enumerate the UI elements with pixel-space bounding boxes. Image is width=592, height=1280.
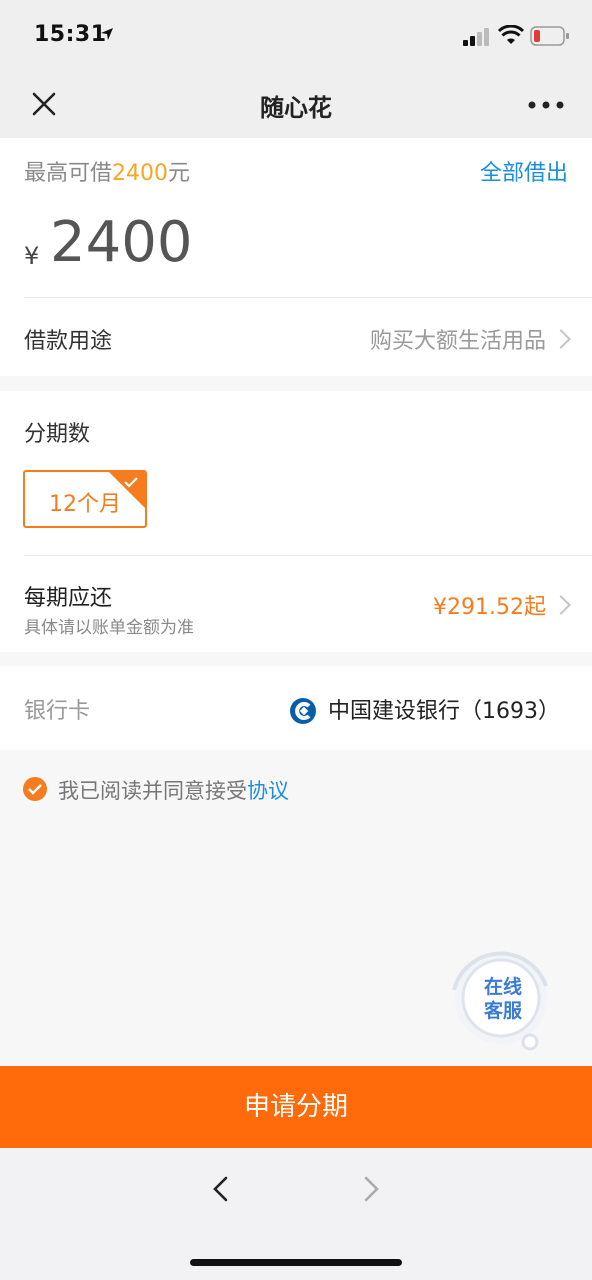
installment-option-12[interactable]: 12个月 bbox=[23, 470, 147, 528]
back-arrow-icon[interactable] bbox=[212, 1176, 228, 1202]
loan-amount-input[interactable]: 2400 bbox=[50, 210, 193, 275]
repayment-value[interactable]: ¥291.52起 bbox=[433, 589, 546, 621]
purpose-value[interactable]: 购买大额生活用品 bbox=[370, 323, 546, 355]
agreement-text: 我已阅读并同意接受协议 bbox=[58, 775, 289, 805]
service-label-line2: 客服 bbox=[483, 1000, 522, 1022]
location-arrow-icon bbox=[101, 28, 113, 40]
wifi-icon bbox=[498, 25, 524, 44]
borrow-all-link[interactable]: 全部借出 bbox=[480, 155, 568, 187]
max-borrow-prefix: 最高可借 bbox=[24, 161, 113, 186]
bank-card-label: 银行卡 bbox=[24, 699, 91, 724]
service-label-line1: 在线 bbox=[483, 976, 522, 998]
apply-installment-button[interactable]: 申请分期 bbox=[0, 1066, 592, 1148]
max-borrow-line: 最高可借2400元 bbox=[24, 155, 190, 187]
bank-card-name: 中国建设银行（1693） bbox=[328, 699, 560, 724]
ccb-bank-logo-icon bbox=[290, 698, 316, 724]
currency-symbol: ¥ bbox=[24, 242, 40, 270]
repayment-label: 每期应还 bbox=[24, 586, 113, 611]
agreement-checkbox-icon[interactable] bbox=[22, 776, 48, 802]
home-indicator bbox=[190, 1259, 402, 1266]
page-title: 随心花 bbox=[260, 94, 332, 122]
max-borrow-suffix: 元 bbox=[168, 161, 191, 186]
agreement-label: 我已阅读并同意接受 bbox=[58, 779, 247, 803]
cellular-signal-icon bbox=[463, 28, 489, 46]
agreement-link[interactable]: 协议 bbox=[247, 779, 289, 803]
installments-label: 分期数 bbox=[24, 422, 91, 447]
max-borrow-amount: 2400 bbox=[112, 161, 169, 186]
status-time: 15:31 bbox=[34, 22, 107, 47]
online-service-label[interactable]: 在线 客服 bbox=[470, 975, 536, 1023]
forward-arrow-icon[interactable] bbox=[364, 1176, 380, 1202]
more-options-icon[interactable] bbox=[528, 101, 564, 109]
repayment-note: 具体请以账单金额为准 bbox=[24, 618, 194, 638]
divider bbox=[24, 297, 592, 298]
battery-icon bbox=[530, 26, 569, 46]
check-icon bbox=[124, 477, 138, 488]
purpose-label: 借款用途 bbox=[24, 329, 113, 354]
divider bbox=[24, 555, 592, 556]
